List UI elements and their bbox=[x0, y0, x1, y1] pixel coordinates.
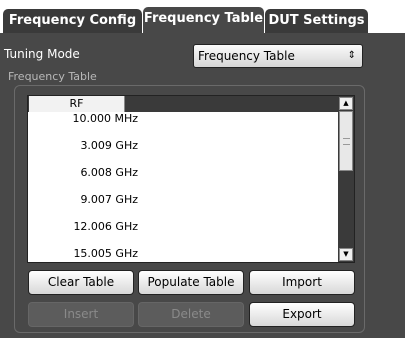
tab-dut-settings[interactable]: DUT Settings bbox=[265, 9, 368, 33]
table-row[interactable]: 6.008 GHz bbox=[28, 166, 138, 179]
import-button[interactable]: Import bbox=[249, 270, 355, 295]
scroll-up-icon[interactable]: ▲ bbox=[339, 97, 353, 110]
delete-button[interactable]: Delete bbox=[138, 302, 244, 327]
tuning-mode-label: Tuning Mode bbox=[4, 47, 80, 61]
table-row[interactable]: 15.005 GHz bbox=[28, 247, 138, 260]
table-row[interactable]: 9.007 GHz bbox=[28, 193, 138, 206]
table-row[interactable]: 10.000 MHz bbox=[28, 112, 138, 125]
frequency-table: RF 10.000 MHz 3.009 GHz 6.008 GHz 9.007 … bbox=[27, 95, 355, 263]
populate-table-button[interactable]: Populate Table bbox=[138, 270, 244, 295]
tab-frequency-table[interactable]: Frequency Table bbox=[143, 7, 264, 34]
table-scrollbar[interactable]: ▲ ▼ bbox=[338, 96, 354, 262]
scroll-down-icon[interactable]: ▼ bbox=[339, 248, 353, 261]
tuning-mode-value: Frequency Table bbox=[198, 49, 295, 63]
tab-frequency-config[interactable]: Frequency Config bbox=[3, 9, 142, 33]
grip-icon bbox=[343, 138, 350, 145]
export-button[interactable]: Export bbox=[249, 302, 355, 327]
table-header: RF bbox=[28, 96, 340, 112]
insert-button[interactable]: Insert bbox=[28, 302, 134, 327]
clear-table-button[interactable]: Clear Table bbox=[28, 270, 134, 295]
table-row[interactable]: 12.006 GHz bbox=[28, 220, 138, 233]
tab-bar: Frequency Config Frequency Table DUT Set… bbox=[0, 0, 405, 34]
scroll-thumb[interactable] bbox=[339, 111, 353, 171]
table-row[interactable]: 3.009 GHz bbox=[28, 139, 138, 152]
tuning-mode-select[interactable]: Frequency Table ⇕ bbox=[193, 44, 363, 68]
column-header-rf[interactable]: RF bbox=[29, 96, 125, 112]
frequency-table-group-label: Frequency Table bbox=[8, 70, 97, 83]
settings-panel: Tuning Mode Frequency Table ⇕ Frequency … bbox=[0, 33, 405, 338]
updown-arrow-icon: ⇕ bbox=[347, 50, 356, 61]
